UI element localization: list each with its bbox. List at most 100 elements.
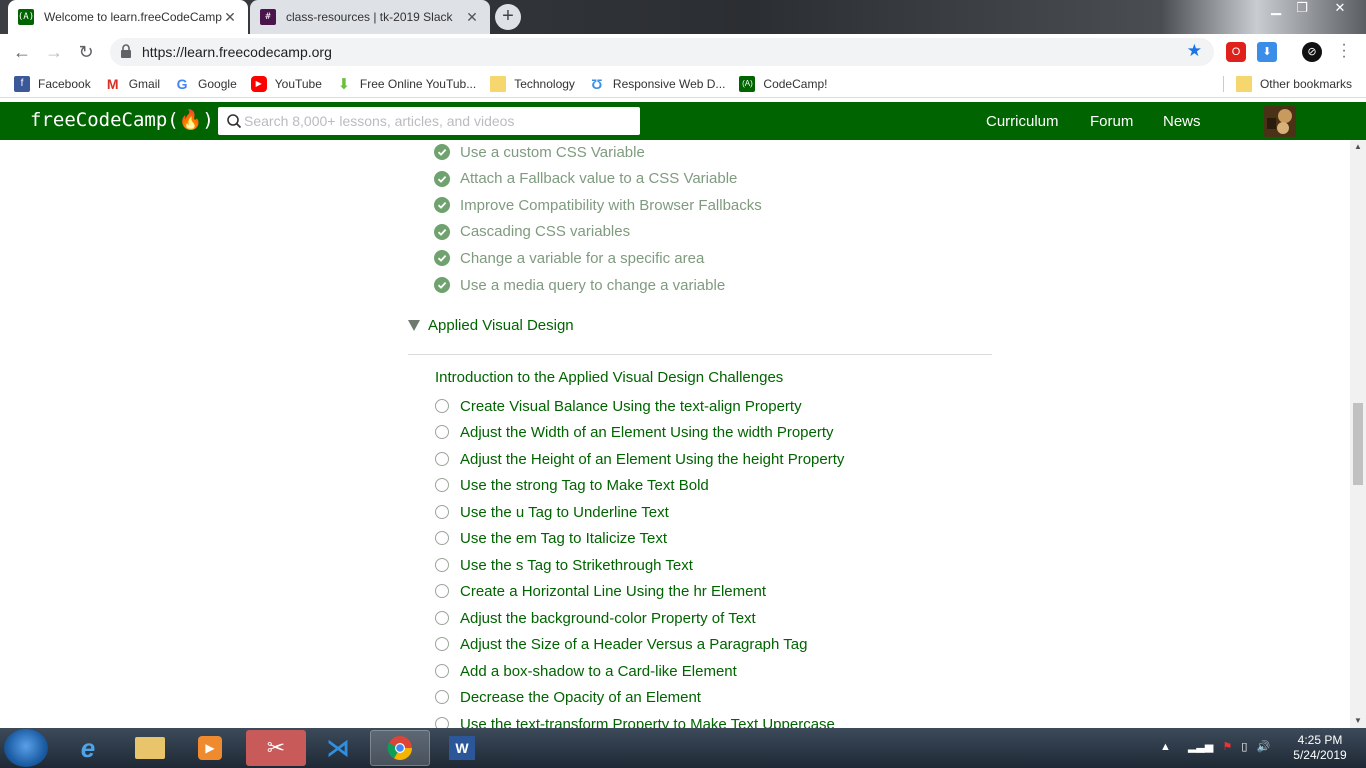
close-tab-icon[interactable]: ✕ [464,9,480,26]
challenge-item[interactable]: Use the em Tag to Italicize Text [434,526,994,552]
intro-link[interactable]: Introduction to the Applied Visual Desig… [435,369,783,386]
empty-circle-icon [435,690,449,704]
challenge-item[interactable]: Decrease the Opacity of an Element [434,685,994,711]
block-extension-icon[interactable]: ⊘ [1302,42,1322,62]
close-window-button[interactable]: ✕ [1326,0,1354,18]
browser-tab-fcc[interactable]: (A) Welcome to learn.freeCodeCamp ✕ [8,0,248,34]
bookmark-technology[interactable]: Technology [490,75,575,92]
chrome-menu-icon[interactable]: · · · [1338,37,1350,65]
challenge-item[interactable]: Adjust the Width of an Element Using the… [434,420,994,446]
bookmark-label: Gmail [128,76,161,91]
bookmarks-bar: f Facebook M Gmail G Google ▶ YouTube ⬇ … [0,70,1366,98]
check-circle-icon [434,277,450,293]
close-tab-icon[interactable]: ✕ [222,9,238,26]
page-scrollbar[interactable]: ▲ ▼ [1350,140,1366,728]
bookmark-youtube[interactable]: ▶ YouTube [250,75,322,92]
opera-extension-icon[interactable]: O [1226,42,1246,62]
completed-challenge-item[interactable]: Use a custom CSS Variable [434,140,994,165]
reload-icon[interactable]: ↻ [74,40,98,64]
search-input[interactable] [244,110,624,132]
browser-tab-slack[interactable]: # class-resources | tk-2019 Slack ✕ [250,0,490,34]
challenge-title: Attach a Fallback value to a CSS Variabl… [460,170,738,188]
address-bar[interactable]: https://learn.freecodecamp.org ★ [110,38,1214,66]
restore-button[interactable]: ❐ [1288,0,1316,18]
forward-icon[interactable]: → [42,40,66,64]
nav-curriculum[interactable]: Curriculum [986,113,1059,130]
bookmark-responsive-web[interactable]: Ʊ Responsive Web D... [589,75,725,92]
empty-circle-icon [435,716,449,728]
scissors-icon: ✂ [266,735,286,760]
section-applied-visual-design[interactable]: Applied Visual Design [408,317,574,334]
challenge-title: Use a custom CSS Variable [460,143,645,161]
taskbar-media-player[interactable]: ▶ [180,730,240,766]
empty-circle-icon [435,425,449,439]
empty-circle-icon [435,663,449,678]
vscode-icon: ⋊ [326,734,350,762]
nav-news[interactable]: News [1163,113,1201,130]
minimize-button[interactable]: ▁ [1262,0,1290,18]
completed-challenge-item[interactable]: Use a media query to change a variable [434,272,994,298]
show-hidden-icons-icon[interactable]: ▲ [1160,741,1171,753]
download-extension-icon[interactable]: ⬇ [1257,42,1277,62]
network-icon[interactable]: ▂▃▅ [1188,741,1213,753]
clock-time: 4:25 PM [1297,733,1343,747]
challenge-item[interactable]: Create a Horizontal Line Using the hr El… [434,579,994,605]
empty-circle-icon [435,531,449,545]
system-clock[interactable]: 4:25 PM 5/24/2019 [1290,733,1350,763]
bookmark-free-online-youtube[interactable]: ⬇ Free Online YouTub... [336,76,477,93]
nav-forum[interactable]: Forum [1090,113,1133,130]
tab-title: class-resources | tk-2019 Slack [286,10,453,24]
challenge-item[interactable]: Use the text-transform Property to Make … [434,711,994,728]
challenge-item[interactable]: Adjust the Height of an Element Using th… [434,446,994,472]
avatar[interactable] [1264,106,1296,137]
taskbar-word[interactable]: W [432,730,492,766]
volume-icon[interactable]: 🔊 [1256,741,1270,753]
other-bookmarks[interactable]: Other bookmarks [1235,75,1352,92]
completed-challenge-item[interactable]: Improve Compatibility with Browser Fallb… [434,192,994,218]
folder-icon [135,737,165,759]
taskbar-chrome[interactable] [370,730,430,766]
tab-title: Welcome to learn.freeCodeCamp [44,10,222,24]
taskbar-ie[interactable]: e [58,730,118,766]
completed-challenge-item[interactable]: Attach a Fallback value to a CSS Variabl… [434,166,994,192]
bookmark-facebook[interactable]: f Facebook [14,75,91,92]
bookmark-gmail[interactable]: M Gmail [105,76,160,92]
media-player-icon: ▶ [198,736,222,760]
challenge-item[interactable]: Adjust the Size of a Header Versus a Par… [434,632,994,658]
new-tab-button[interactable]: + [495,4,521,30]
word-icon: W [449,736,475,760]
fcc-logo[interactable]: freeCodeCamp(🔥) [30,108,214,131]
challenge-item[interactable]: Adjust the background-color Property of … [434,605,994,631]
challenge-title: Use the text-transform Property to Make … [460,715,835,729]
scrollbar-thumb[interactable] [1353,403,1363,485]
start-button[interactable] [4,729,48,767]
completed-challenge-item[interactable]: Change a variable for a specific area [434,245,994,271]
slack-favicon-icon: # [260,9,276,25]
bookmark-google[interactable]: G Google [174,76,237,92]
bookmark-codecamp[interactable]: (A) CodeCamp! [739,75,827,92]
search-icon [227,114,242,129]
responsive-icon: Ʊ [591,75,603,92]
challenge-item[interactable]: Use the u Tag to Underline Text [434,499,994,525]
challenge-item[interactable]: Use the strong Tag to Make Text Bold [434,473,994,499]
bookmark-label: Facebook [38,76,91,91]
battery-icon[interactable]: ▯ [1241,741,1247,753]
challenge-item[interactable]: Create Visual Balance Using the text-ali… [434,393,994,419]
challenge-item[interactable]: Add a box-shadow to a Card-like Element [434,658,994,684]
challenge-title: Add a box-shadow to a Card-like Element [460,662,737,680]
completed-challenge-item[interactable]: Cascading CSS variables [434,219,994,245]
fcc-navbar: freeCodeCamp(🔥) Curriculum Forum News [0,102,1366,140]
taskbar-vscode[interactable]: ⋊ [308,730,368,766]
challenge-title: Use a media query to change a variable [460,276,726,294]
taskbar-snipping-tool[interactable]: ✂ [246,730,306,766]
scroll-up-arrow-icon[interactable]: ▲ [1350,140,1366,154]
challenge-item[interactable]: Use the s Tag to Strikethrough Text [434,552,994,578]
back-icon[interactable]: ← [10,40,34,64]
challenge-title: Decrease the Opacity of an Element [460,689,701,706]
scroll-down-arrow-icon[interactable]: ▼ [1350,714,1366,728]
action-center-icon[interactable]: ⚑ [1222,741,1232,753]
bookmark-star-icon[interactable]: ★ [1187,41,1202,61]
taskbar-explorer[interactable] [120,730,180,766]
check-circle-icon [434,144,450,160]
challenge-title: Use the strong Tag to Make Text Bold [460,477,709,494]
